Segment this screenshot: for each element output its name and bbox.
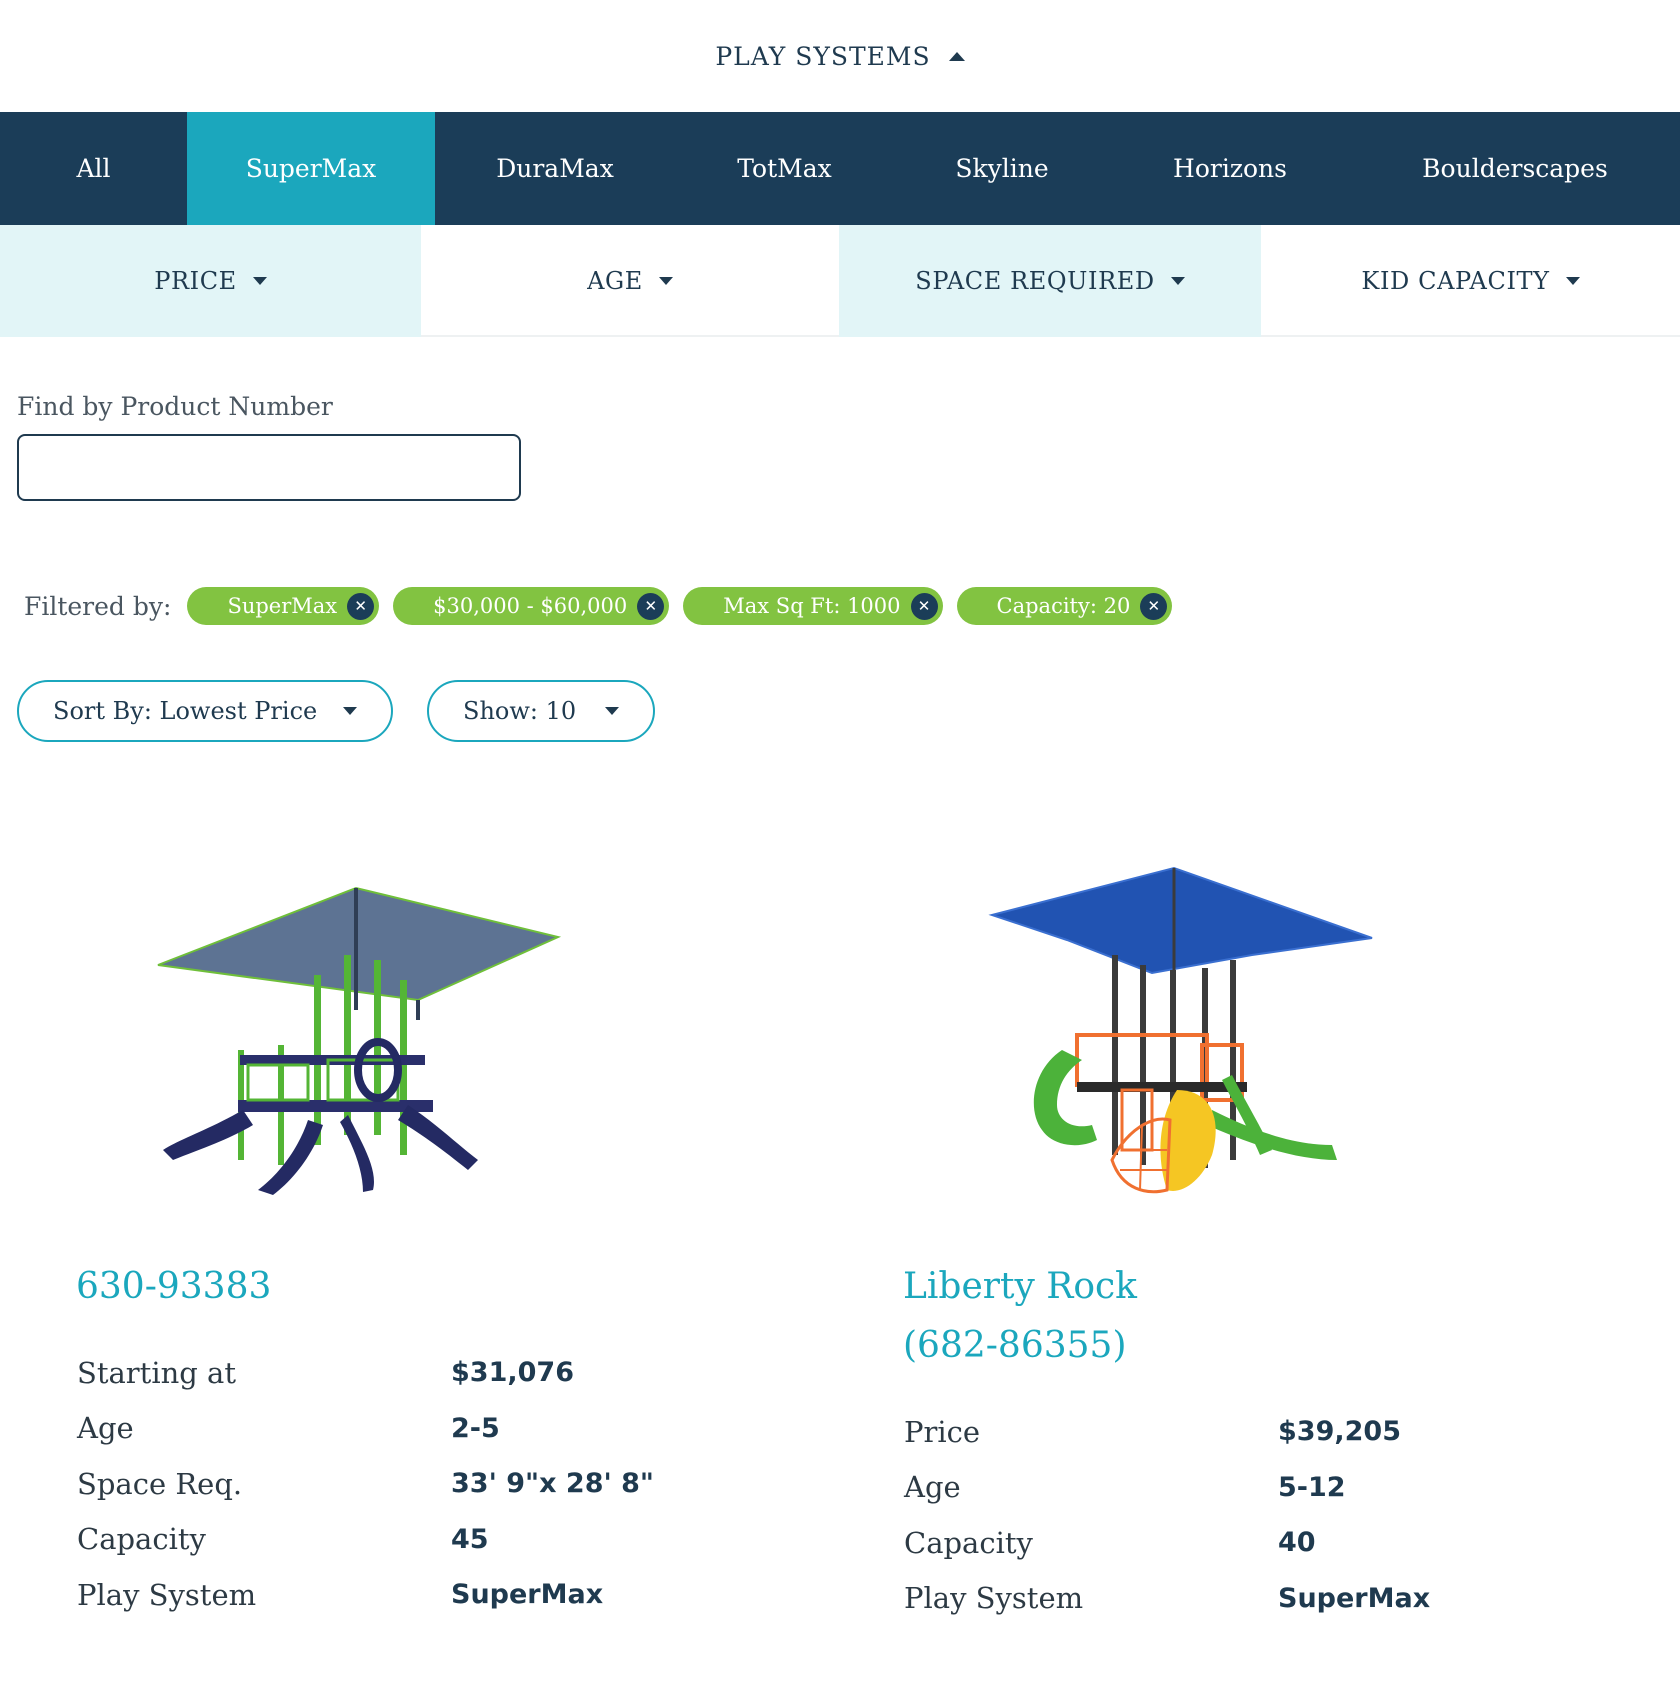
spec-row: Age 2-5 bbox=[77, 1401, 697, 1457]
product-specs: Price $39,205 Age 5-12 Capacity 40 Play … bbox=[904, 1404, 1524, 1626]
spec-value: 45 bbox=[451, 1523, 489, 1555]
chip-label: Max Sq Ft: 1000 bbox=[723, 594, 901, 618]
tab-boulderscapes[interactable]: Boulderscapes bbox=[1350, 112, 1680, 225]
spec-row: Capacity 45 bbox=[77, 1512, 697, 1568]
filter-chip-supermax: SuperMax ✕ bbox=[187, 587, 380, 625]
caret-down-icon bbox=[658, 277, 673, 285]
product-title-line1: 630-93383 bbox=[76, 1266, 272, 1307]
header-title: PLAY SYSTEMS bbox=[715, 41, 931, 71]
spec-label: Play System bbox=[904, 1581, 1084, 1616]
filter-age[interactable]: AGE bbox=[421, 225, 839, 337]
spec-label: Price bbox=[904, 1414, 981, 1449]
filter-chip-sqft: Max Sq Ft: 1000 ✕ bbox=[683, 587, 943, 625]
product-title-line1: Liberty Rock bbox=[903, 1266, 1137, 1307]
spec-row: Play System SuperMax bbox=[904, 1571, 1524, 1627]
spec-row: Play System SuperMax bbox=[77, 1567, 697, 1623]
spec-label: Starting at bbox=[77, 1355, 237, 1390]
caret-down-icon bbox=[1170, 277, 1185, 285]
sort-label: Sort By: Lowest Price bbox=[53, 697, 318, 725]
caret-down-icon bbox=[1565, 277, 1580, 285]
tab-supermax[interactable]: SuperMax bbox=[187, 112, 435, 225]
tab-skyline[interactable]: Skyline bbox=[894, 112, 1110, 225]
caret-down-icon bbox=[343, 707, 357, 715]
find-by-product-label: Find by Product Number bbox=[17, 392, 333, 421]
chip-label: $30,000 - $60,000 bbox=[433, 594, 628, 618]
tab-all[interactable]: All bbox=[0, 112, 187, 225]
spec-label: Capacity bbox=[904, 1525, 1033, 1560]
product-image-630-93383[interactable] bbox=[78, 860, 623, 1205]
spec-row: Space Req. 33' 9"x 28' 8" bbox=[77, 1456, 697, 1512]
spec-row: Price $39,205 bbox=[904, 1404, 1524, 1460]
sort-select[interactable]: Sort By: Lowest Price bbox=[17, 680, 393, 742]
filter-kid-capacity[interactable]: KID CAPACITY bbox=[1261, 225, 1680, 337]
remove-filter-icon[interactable]: ✕ bbox=[1140, 592, 1168, 620]
spec-label: Space Req. bbox=[77, 1466, 243, 1501]
spec-value: 33' 9"x 28' 8" bbox=[451, 1468, 655, 1500]
spec-value: $39,205 bbox=[1278, 1416, 1401, 1448]
product-title-liberty-rock[interactable]: Liberty Rock (682-86355) bbox=[903, 1257, 1137, 1375]
play-systems-toggle[interactable]: PLAY SYSTEMS bbox=[715, 41, 965, 71]
filter-chip-price: $30,000 - $60,000 ✕ bbox=[393, 587, 670, 625]
spec-value: 5-12 bbox=[1278, 1471, 1346, 1503]
show-label: Show: 10 bbox=[463, 697, 577, 725]
spec-row: Capacity 40 bbox=[904, 1515, 1524, 1571]
spec-row: Starting at $31,076 bbox=[77, 1345, 697, 1401]
product-specs: Starting at $31,076 Age 2-5 Space Req. 3… bbox=[77, 1345, 697, 1623]
filter-space-label: SPACE REQUIRED bbox=[915, 267, 1155, 295]
product-number-input[interactable] bbox=[17, 434, 521, 501]
header: PLAY SYSTEMS bbox=[0, 0, 1680, 112]
active-filters: Filtered by: SuperMax ✕ $30,000 - $60,00… bbox=[24, 586, 1186, 626]
filter-price-label: PRICE bbox=[154, 267, 237, 295]
spec-label: Age bbox=[77, 1411, 134, 1446]
spec-value: SuperMax bbox=[1278, 1582, 1431, 1614]
filter-bar: PRICE AGE SPACE REQUIRED KID CAPACITY bbox=[0, 225, 1680, 337]
remove-filter-icon[interactable]: ✕ bbox=[637, 592, 665, 620]
spec-value: SuperMax bbox=[451, 1579, 604, 1611]
spec-label: Play System bbox=[77, 1577, 257, 1612]
filtered-by-label: Filtered by: bbox=[24, 591, 172, 621]
filter-chip-capacity: Capacity: 20 ✕ bbox=[956, 587, 1173, 625]
caret-down-icon bbox=[605, 707, 619, 715]
remove-filter-icon[interactable]: ✕ bbox=[347, 592, 375, 620]
filter-age-label: AGE bbox=[587, 267, 643, 295]
remove-filter-icon[interactable]: ✕ bbox=[910, 592, 938, 620]
filter-capacity-label: KID CAPACITY bbox=[1361, 267, 1550, 295]
show-select[interactable]: Show: 10 bbox=[427, 680, 655, 742]
spec-label: Age bbox=[904, 1470, 961, 1505]
spec-label: Capacity bbox=[77, 1522, 206, 1557]
play-system-tabs: All SuperMax DuraMax TotMax Skyline Hori… bbox=[0, 112, 1680, 225]
spec-value: 40 bbox=[1278, 1527, 1316, 1559]
spec-value: $31,076 bbox=[451, 1357, 574, 1389]
product-title-630-93383[interactable]: 630-93383 bbox=[76, 1257, 271, 1316]
chip-label: SuperMax bbox=[227, 594, 338, 618]
product-title-line2: (682-86355) bbox=[903, 1325, 1127, 1366]
tab-horizons[interactable]: Horizons bbox=[1110, 112, 1350, 225]
tab-duramax[interactable]: DuraMax bbox=[435, 112, 675, 225]
product-image-liberty-rock[interactable] bbox=[912, 860, 1442, 1220]
spec-row: Age 5-12 bbox=[904, 1460, 1524, 1516]
filter-space-required[interactable]: SPACE REQUIRED bbox=[839, 225, 1261, 337]
chip-label: Capacity: 20 bbox=[996, 594, 1131, 618]
filter-price[interactable]: PRICE bbox=[0, 225, 421, 337]
caret-up-icon bbox=[948, 51, 965, 61]
caret-down-icon bbox=[252, 277, 267, 285]
tab-totmax[interactable]: TotMax bbox=[675, 112, 894, 225]
spec-value: 2-5 bbox=[451, 1412, 500, 1444]
